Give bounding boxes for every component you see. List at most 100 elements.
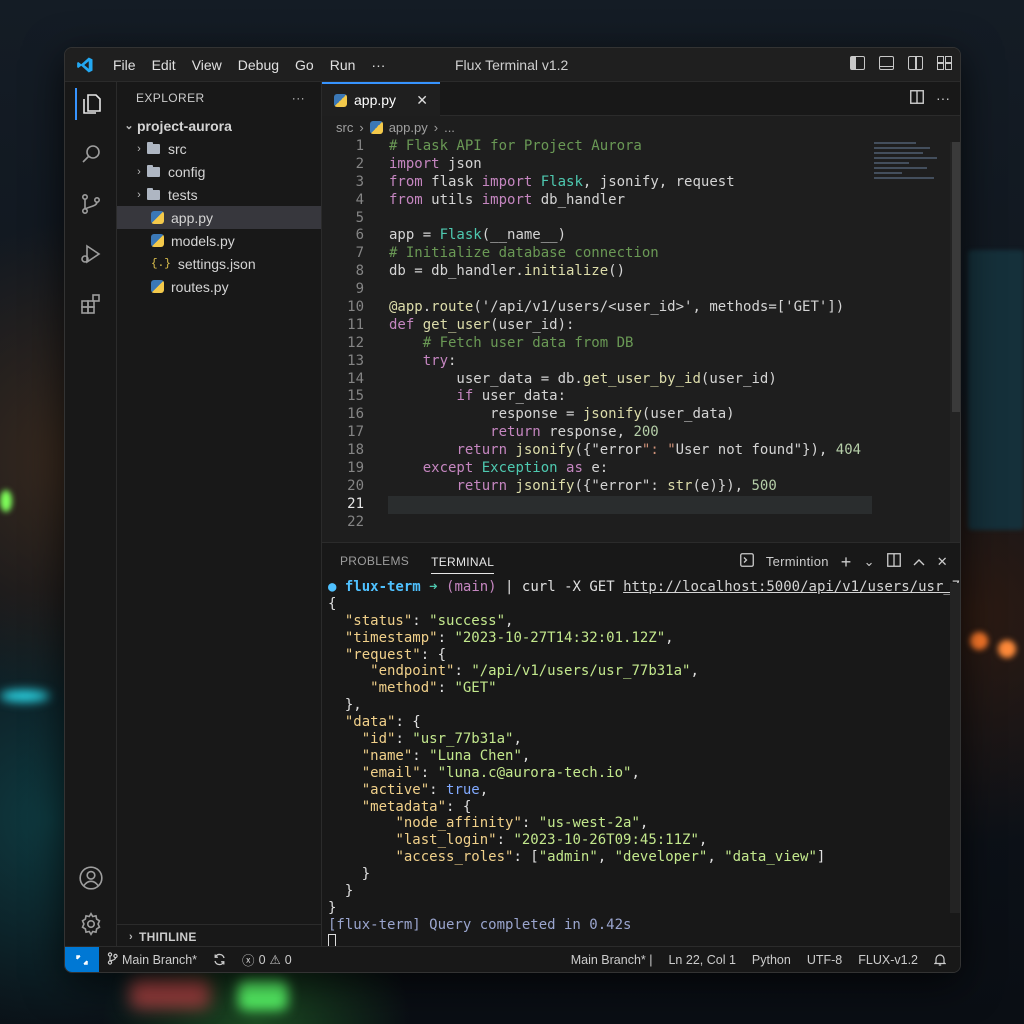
- tree-item-app-py[interactable]: app.py: [117, 206, 321, 229]
- status-encoding[interactable]: UTF-8: [799, 953, 850, 967]
- menu-view[interactable]: View: [184, 57, 230, 73]
- background-monitor: [968, 250, 1024, 530]
- explorer-more-button[interactable]: ···: [292, 91, 305, 105]
- notifications-bell-icon[interactable]: [926, 953, 960, 966]
- explorer-sidebar: EXPLORER ··· ⌄ project-aurora › src › co…: [117, 82, 322, 948]
- background-glow: [238, 980, 288, 1010]
- status-version[interactable]: FLUX-v1.2: [850, 953, 926, 967]
- split-terminal-icon[interactable]: [886, 553, 901, 570]
- timeline-section[interactable]: › THIПLINE: [117, 924, 321, 948]
- terminal-name[interactable]: Termintion: [766, 554, 829, 569]
- code-line: 4 from utils import db_handler: [355, 191, 626, 208]
- breadcrumb: src › app.py › ...: [322, 116, 960, 138]
- sync-icon[interactable]: [205, 953, 234, 966]
- status-branch[interactable]: Main Branch*: [99, 951, 205, 968]
- search-icon[interactable]: [75, 138, 107, 170]
- terminal-line: }: [328, 866, 371, 883]
- tree-item-src[interactable]: › src: [117, 137, 321, 160]
- terminal-line: "name": "Luna Chen",: [361, 747, 531, 764]
- code-line: 9: [355, 281, 364, 298]
- terminal-line: "access_roles": ["admin", "developer", "…: [395, 849, 826, 866]
- terminal-output[interactable]: ● flux-term ➜ (main) | curl -X GET http:…: [322, 579, 960, 950]
- editor-area: app.py ✕ ··· src › app.py › ... 1 # Flask…: [322, 82, 960, 542]
- customize-layout-icon[interactable]: [937, 56, 952, 70]
- menu-run[interactable]: Run: [322, 57, 364, 73]
- tab-app-py[interactable]: app.py ✕: [322, 82, 440, 116]
- menu-file[interactable]: File: [105, 57, 144, 73]
- editor-tabs: app.py ✕ ···: [322, 82, 960, 116]
- status-position[interactable]: Ln 22, Col 1: [660, 953, 743, 967]
- new-terminal-icon[interactable]: +: [841, 553, 852, 571]
- window-title: Flux Terminal v1.2: [455, 57, 569, 73]
- account-icon[interactable]: [75, 862, 107, 894]
- terminal-line: {: [328, 595, 337, 612]
- tree-item-label: config: [168, 163, 206, 180]
- background-glow: [970, 632, 988, 650]
- terminal-line: "id": "usr_77b31a",: [361, 731, 522, 748]
- extensions-icon[interactable]: [75, 288, 107, 320]
- toggle-panel-icon[interactable]: [879, 56, 894, 70]
- tree-item-settings-json[interactable]: {.} settings.json: [117, 252, 321, 275]
- chevron-right-icon: ›: [137, 188, 141, 201]
- menu-go[interactable]: Go: [287, 57, 322, 73]
- background-glow: [0, 690, 50, 702]
- toggle-sidebar-icon[interactable]: [850, 56, 865, 70]
- code-line: 1 # Flask API for Project Aurora: [355, 138, 642, 154]
- warning-icon: ⚠: [269, 953, 281, 967]
- breadcrumb-item[interactable]: ...: [444, 120, 455, 135]
- menu-bar: File Edit View Debug Go Run ···: [105, 57, 393, 73]
- status-problems[interactable]: ⓧ 0 ⚠ 0: [234, 950, 300, 969]
- terminal-url[interactable]: http://localhost:5000/api/v1/users/usr_7…: [623, 579, 960, 595]
- editor-scrollbar[interactable]: [950, 142, 960, 542]
- scrollbar-thumb[interactable]: [952, 142, 960, 412]
- close-tab-icon[interactable]: ✕: [416, 92, 428, 109]
- terminal-scrollbar[interactable]: [950, 583, 960, 913]
- tree-item-models-py[interactable]: models.py: [117, 229, 321, 252]
- background-glow: [130, 978, 210, 1008]
- run-debug-icon[interactable]: [75, 238, 107, 270]
- project-name: project-aurora: [137, 117, 232, 134]
- menu-more[interactable]: ···: [363, 57, 393, 73]
- minimap[interactable]: [874, 142, 944, 202]
- tab-problems[interactable]: PROBLEMS: [340, 554, 409, 568]
- python-file-icon: [334, 93, 347, 107]
- explorer-icon[interactable]: [75, 88, 107, 120]
- python-file-icon: [151, 280, 164, 293]
- terminal-line: }: [328, 883, 354, 900]
- code-editor[interactable]: 1 # Flask API for Project Aurora 2 import …: [322, 138, 960, 542]
- status-bar: Main Branch* ⓧ 0 ⚠ 0 Main Branch* | Ln 2…: [65, 946, 960, 972]
- breadcrumb-item[interactable]: src: [336, 120, 353, 135]
- terminal-line: "active": true,: [361, 781, 489, 798]
- python-file-icon: [151, 234, 164, 247]
- chevron-right-icon: ›: [129, 930, 133, 943]
- menu-edit[interactable]: Edit: [144, 57, 184, 73]
- split-editor-icon[interactable]: [910, 90, 924, 107]
- settings-gear-icon[interactable]: [75, 908, 107, 940]
- breadcrumb-item[interactable]: app.py: [389, 120, 428, 135]
- menu-debug[interactable]: Debug: [230, 57, 287, 73]
- background-glow: [998, 640, 1016, 658]
- tree-item-config[interactable]: › config: [117, 160, 321, 183]
- status-branch-right[interactable]: Main Branch* |: [563, 953, 661, 967]
- remote-icon[interactable]: [65, 946, 99, 972]
- terminal-icon: [739, 553, 754, 570]
- tree-item-routes-py[interactable]: routes.py: [117, 275, 321, 298]
- maximize-panel-icon[interactable]: [913, 554, 925, 569]
- more-actions-icon[interactable]: ···: [936, 90, 950, 107]
- toggle-secondary-sidebar-icon[interactable]: [908, 56, 923, 70]
- project-folder[interactable]: ⌄ project-aurora: [117, 114, 321, 137]
- code-line: 12 # Fetch user data from DB: [347, 334, 634, 351]
- source-control-icon[interactable]: [75, 188, 107, 220]
- close-panel-icon[interactable]: ✕: [937, 554, 948, 570]
- status-language[interactable]: Python: [744, 953, 799, 967]
- chevron-down-icon: ⌄: [124, 120, 134, 132]
- status-right: Main Branch* | Ln 22, Col 1 Python UTF-8…: [563, 953, 960, 967]
- chevron-right-icon: ›: [359, 119, 364, 135]
- chevron-down-icon[interactable]: ⌄: [864, 554, 875, 570]
- warning-count: 0: [284, 952, 292, 967]
- background-glow: [0, 490, 12, 512]
- terminal-line: "last_login": "2023-10-26T09:45:11Z",: [395, 832, 708, 849]
- tree-item-tests[interactable]: › tests: [117, 183, 321, 206]
- tab-terminal[interactable]: TERMINAL: [431, 555, 495, 574]
- chevron-right-icon: ›: [137, 142, 141, 155]
